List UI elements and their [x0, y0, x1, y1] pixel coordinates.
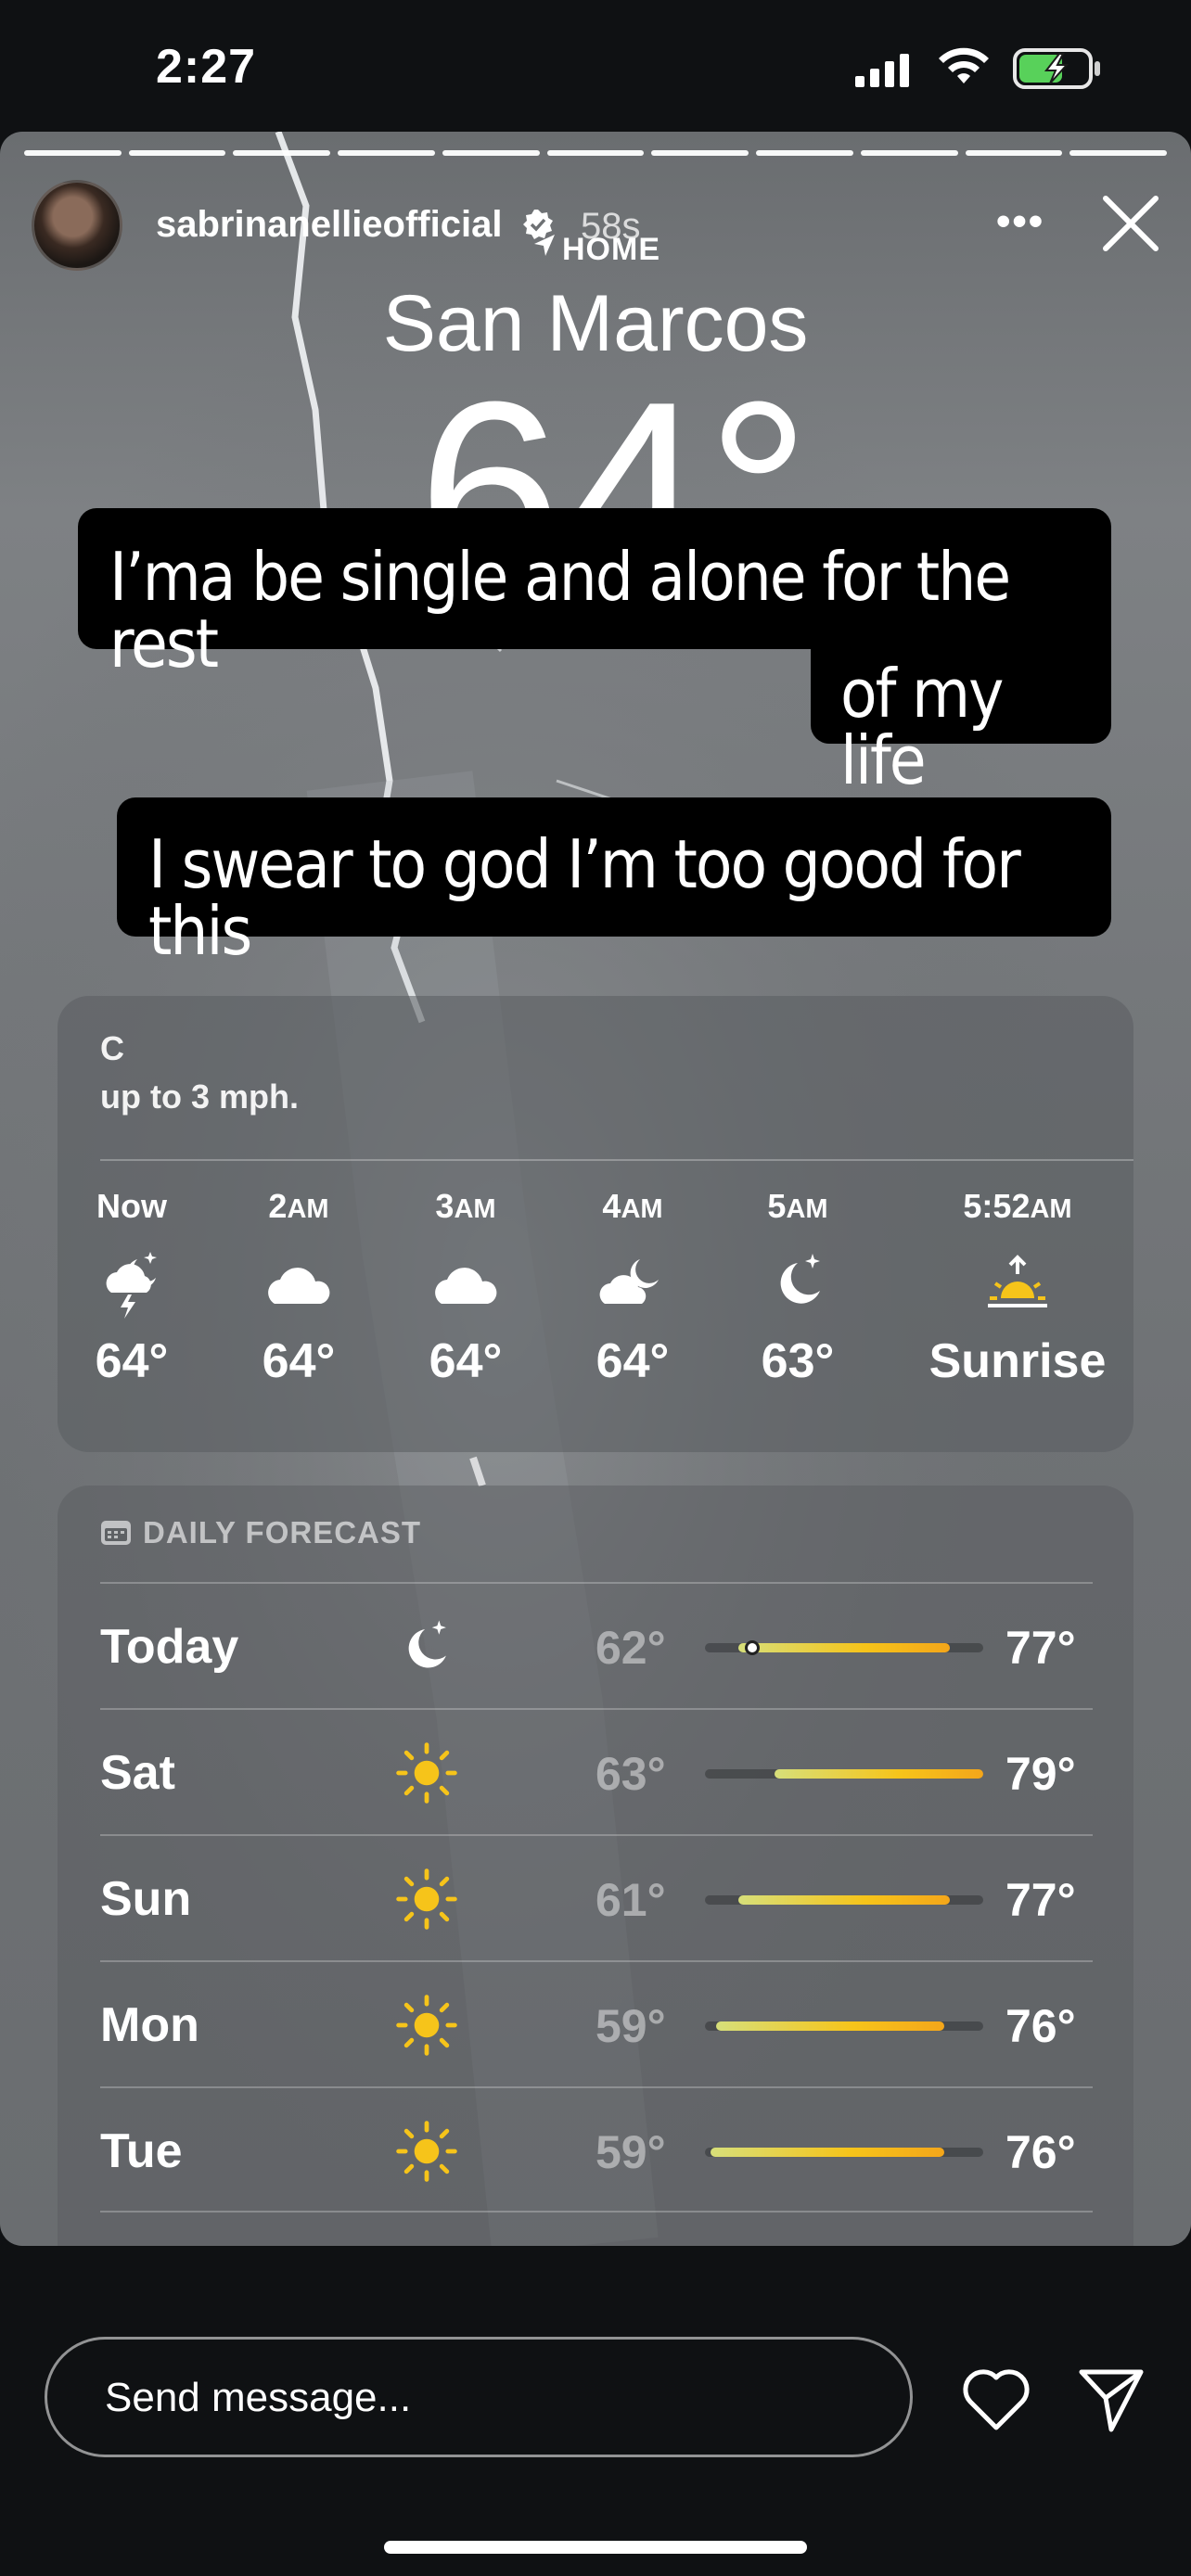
sun-icon: [396, 2121, 457, 2182]
instagram-story-screen: 2:27 sabrinanellieofficial 58s ••• HOME …: [0, 0, 1191, 2576]
hourly-forecast-panel[interactable]: C up to 3 mph. Now 64° 2AM 64° 3AM 64° 4…: [58, 996, 1133, 1452]
battery-charging-icon: [1013, 48, 1100, 89]
cloud-moon-icon: [599, 1259, 659, 1304]
story-progress-bar: [24, 150, 1168, 156]
temperature-range-bar: [705, 1895, 983, 1905]
hour-4am: 4AM 64°: [596, 1187, 670, 1388]
moon-stars-icon: [780, 1254, 820, 1304]
daily-row-sat: Sat 63° 79°: [100, 1708, 1093, 1834]
cloud-icon: [268, 1268, 330, 1304]
calendar-icon: [101, 1521, 131, 1545]
caption-line-2[interactable]: of my life: [811, 649, 1111, 794]
caption-line-1[interactable]: I’ma be single and alone for the rest: [78, 508, 1111, 677]
hourly-description-start: C: [100, 1029, 124, 1067]
sunrise-icon: [988, 1255, 1047, 1307]
temperature-range-bar: [705, 1769, 983, 1779]
daily-forecast-panel[interactable]: DAILY FORECAST Today 62° 77° Sat 63° 79°…: [58, 1486, 1133, 2246]
moon-stars-icon: [408, 1620, 446, 1668]
sun-icon: [396, 1742, 457, 1804]
temperature-range-bar: [705, 2021, 983, 2031]
cloud-moon-lightning-icon: [106, 1252, 157, 1319]
sun-icon: [396, 1995, 457, 2056]
story-card[interactable]: sabrinanellieofficial 58s ••• HOME San M…: [0, 132, 1191, 2246]
temperature-range-bar: [705, 1640, 983, 1655]
hour-2am: 2AM 64°: [262, 1187, 336, 1388]
status-time: 2:27: [156, 40, 257, 94]
hourly-description: up to 3 mph.: [100, 1078, 299, 1116]
hour-now: Now 64°: [95, 1187, 169, 1388]
daily-row-today: Today 62° 77°: [100, 1582, 1093, 1708]
daily-forecast-header: DAILY FORECAST: [100, 1515, 421, 1550]
hour-sunrise: 5:52AM Sunrise: [928, 1187, 1107, 1388]
divider: [100, 1159, 1133, 1161]
daily-row-tue: Tue 59° 76°: [100, 2086, 1093, 2213]
current-temp-marker: [745, 1640, 760, 1655]
hour-3am: 3AM 64°: [429, 1187, 503, 1388]
heart-icon[interactable]: [961, 2368, 1031, 2431]
home-indicator: [384, 2541, 807, 2554]
daily-row-mon: Mon 59° 76°: [100, 1960, 1093, 2086]
sun-icon: [396, 1868, 457, 1930]
caption-line-3[interactable]: I swear to god I’m too good for this: [117, 797, 1111, 964]
temperature-range-bar: [705, 2148, 983, 2157]
wifi-icon: [939, 47, 989, 83]
send-message-input[interactable]: Send message...: [45, 2337, 913, 2457]
location-arrow-icon: [534, 235, 555, 256]
cellular-signal-icon: [855, 54, 909, 87]
send-icon[interactable]: [1076, 2365, 1146, 2435]
daily-row-sun: Sun 61° 77°: [100, 1834, 1093, 1960]
cloud-icon: [435, 1268, 497, 1304]
hour-5am: 5AM 63°: [761, 1187, 835, 1388]
status-bar: 2:27: [0, 0, 1191, 139]
location-label: HOME: [0, 232, 1191, 268]
